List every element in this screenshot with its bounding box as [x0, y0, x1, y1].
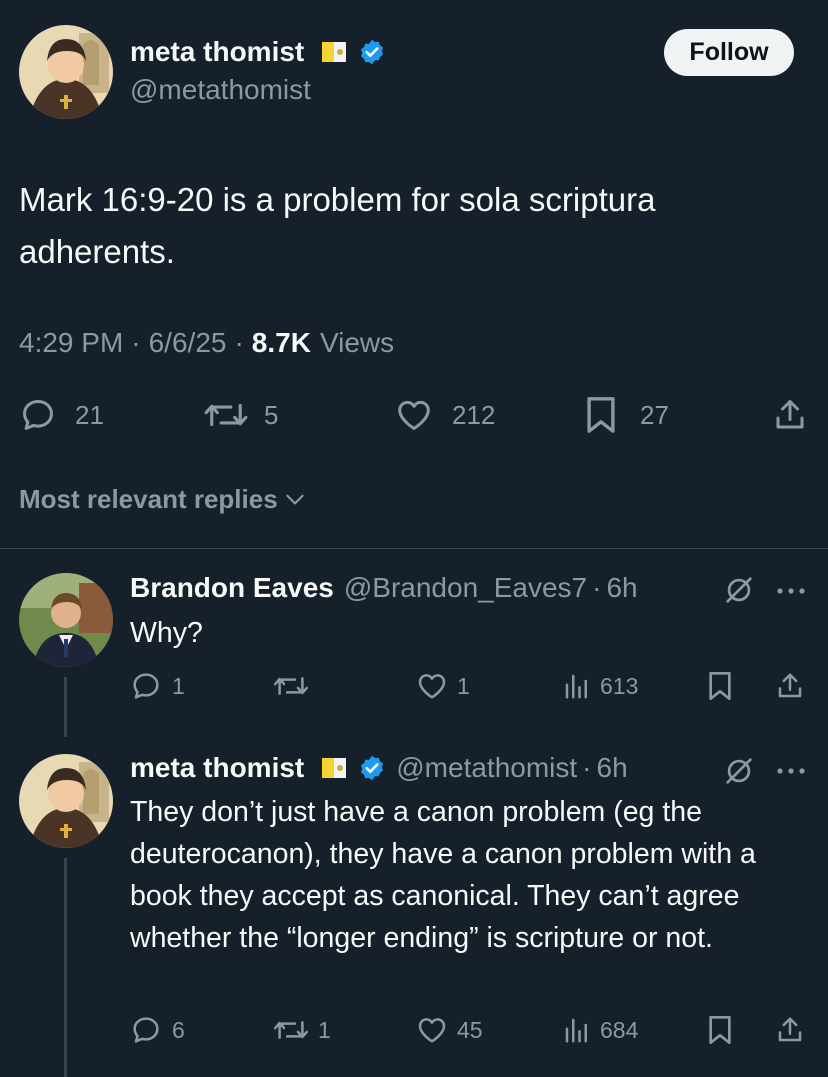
author-name[interactable]: meta thomist — [130, 36, 304, 68]
follow-button[interactable]: Follow — [664, 29, 794, 76]
reply-icon — [130, 670, 162, 702]
repost-action[interactable] — [272, 670, 318, 702]
avatar-metathomist[interactable] — [19, 754, 113, 848]
tweet-date[interactable]: 6/6/25 — [149, 327, 227, 359]
avatar-metathomist[interactable] — [19, 25, 113, 119]
avatar-brandon-eaves[interactable] — [19, 573, 113, 667]
thread-line — [64, 858, 67, 1077]
separator-dot: · — [592, 572, 602, 603]
reply-action[interactable]: 21 — [19, 396, 104, 434]
reply-handle[interactable]: @metathomist — [396, 752, 577, 784]
reply-icon — [19, 396, 57, 434]
reply-count: 6 — [172, 1016, 185, 1043]
reply-action[interactable]: 6 — [130, 1014, 185, 1046]
repost-count: 1 — [318, 1016, 331, 1043]
reply-action[interactable]: 1 — [130, 670, 185, 702]
chevron-down-icon — [282, 486, 308, 512]
reply-time[interactable]: 6h — [597, 752, 628, 784]
share-icon[interactable] — [775, 1014, 805, 1046]
heart-icon — [394, 396, 434, 434]
views-count: 684 — [600, 1016, 639, 1043]
share-icon[interactable] — [772, 396, 808, 434]
thread-line — [64, 677, 67, 737]
views-icon — [562, 1014, 592, 1046]
verified-badge-icon — [358, 754, 386, 782]
separator-dot: · — [234, 327, 244, 358]
reply-header: Brandon Eaves @Brandon_Eaves7 · 6h — [130, 570, 638, 606]
reply-time[interactable]: 6h — [606, 572, 637, 604]
repost-icon — [272, 670, 310, 702]
bookmark-icon — [584, 394, 618, 436]
reply-text: They don’t just have a canon problem (eg… — [130, 796, 756, 954]
author-row: meta thomist — [130, 34, 386, 70]
replies-sort-label: Most relevant replies — [19, 483, 278, 514]
reply-handle[interactable]: @Brandon_Eaves7 — [344, 572, 587, 604]
views-count: 8.7K — [251, 327, 311, 358]
like-count: 212 — [452, 399, 496, 430]
repost-icon — [272, 1014, 310, 1046]
like-action[interactable]: 45 — [415, 1014, 483, 1046]
like-count: 45 — [457, 1016, 483, 1043]
bookmark-action[interactable]: 27 — [584, 394, 669, 436]
separator-dot: · — [131, 327, 141, 358]
tweet-meta: 4:29 PM · 6/6/25 · 8.7K Views — [19, 325, 394, 361]
views-count: 613 — [600, 672, 639, 699]
views-action[interactable]: 684 — [562, 1014, 638, 1046]
reply-icon — [130, 1014, 162, 1046]
views-label: Views — [319, 327, 395, 358]
tweet-text: Mark 16:9-20 is a problem for sola scrip… — [19, 181, 656, 270]
reply-header: meta thomist @metathomist · 6h — [130, 750, 628, 786]
grok-icon[interactable] — [722, 573, 756, 607]
repost-action[interactable]: 5 — [202, 396, 278, 434]
verified-badge-icon — [358, 38, 386, 66]
bookmark-count: 27 — [640, 399, 669, 430]
heart-icon — [415, 1014, 449, 1046]
tweet-time[interactable]: 4:29 PM — [19, 327, 123, 359]
like-action[interactable]: 1 — [415, 670, 470, 702]
share-icon[interactable] — [775, 670, 805, 702]
bookmark-icon[interactable] — [706, 670, 734, 702]
more-icon[interactable] — [776, 586, 806, 596]
reply-author-name[interactable]: Brandon Eaves — [130, 572, 334, 604]
repost-count: 5 — [264, 399, 279, 430]
separator-dot: · — [582, 752, 592, 783]
replies-sort[interactable]: Most relevant replies — [19, 482, 308, 516]
heart-icon — [415, 670, 449, 702]
vatican-flag-icon — [322, 42, 347, 62]
grok-icon[interactable] — [722, 754, 756, 788]
reply-count: 21 — [75, 399, 104, 430]
repost-icon — [202, 396, 250, 434]
vatican-flag-icon — [322, 758, 347, 778]
author-handle[interactable]: @metathomist — [130, 74, 311, 106]
like-action[interactable]: 212 — [394, 396, 495, 434]
like-count: 1 — [457, 672, 470, 699]
reply-count: 1 — [172, 672, 185, 699]
reply-text: Why? — [130, 617, 203, 649]
more-icon[interactable] — [776, 766, 806, 776]
repost-action[interactable]: 1 — [272, 1014, 331, 1046]
divider — [0, 548, 828, 549]
views-icon — [562, 670, 592, 702]
bookmark-icon[interactable] — [706, 1014, 734, 1046]
reply-author-name[interactable]: meta thomist — [130, 752, 304, 784]
views-action[interactable]: 613 — [562, 670, 638, 702]
